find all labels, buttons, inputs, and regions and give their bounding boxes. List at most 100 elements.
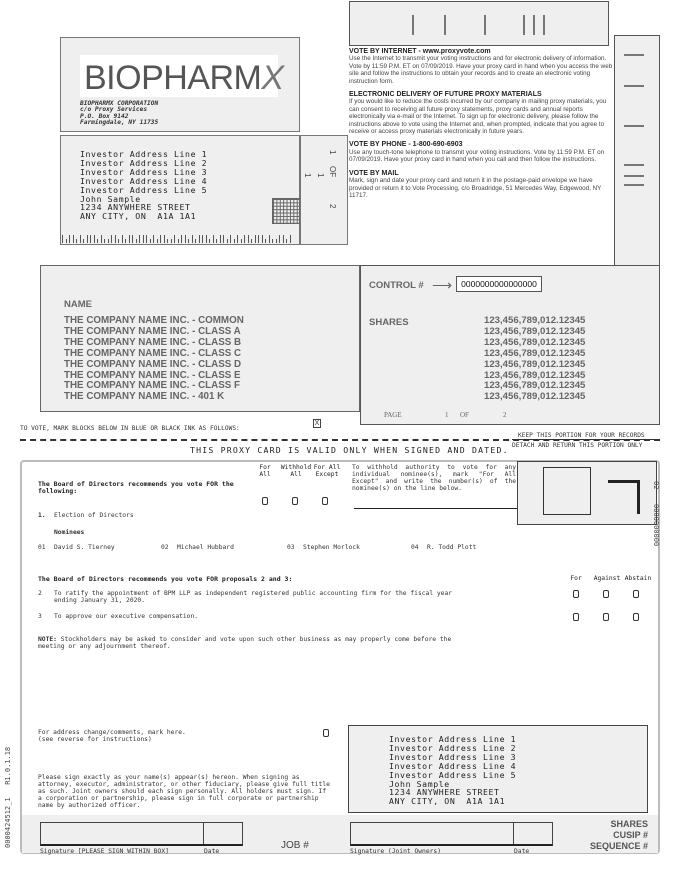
barcode-tick [174,235,175,243]
page-of: OF [460,411,469,419]
barcode-tick [254,235,256,243]
barcode-tick [289,235,291,243]
shares-label: SHARES [369,317,409,328]
marked-box-example-icon: X [313,419,321,428]
joint-date-label: Date [514,848,530,855]
job-number-label: JOB # [281,840,309,851]
barcode-tick [65,239,67,243]
barcode-tick [100,235,102,243]
barcode-bar [624,184,644,186]
barcode-bar [533,15,535,35]
joint-signature-box[interactable] [350,822,553,846]
barcode-tick [265,239,266,243]
barcode-tick [202,235,203,243]
barcode-tick [170,239,172,243]
barcode-tick [251,239,252,243]
barcode-tick [125,239,126,243]
barcode-bar [523,15,525,35]
barcode-tick [275,239,277,243]
shares-tracking-label: SHARES [610,819,648,829]
barcode-tick [205,235,207,243]
strip-total: 2 [328,204,337,209]
investor-address: Investor Address Line 1 Investor Address… [80,149,208,222]
barcode-tick [219,235,221,243]
col-for-all-except: For All Except [313,464,341,478]
barcode-tick [111,235,112,243]
barcode-bar [484,15,486,35]
checkbox-proposal-3-against[interactable] [603,613,609,621]
checkbox-proposal-2-abstain[interactable] [633,590,639,598]
checkbox-proposal-3-for[interactable] [573,613,579,621]
divider [203,823,204,844]
barcode-tick [244,235,245,243]
barcode-tick [93,235,95,243]
nominee-name: R. Todd Plott [427,544,477,551]
recommend-heading-2: The Board of Directors recommends you vo… [38,575,293,583]
checkbox-proposal-3-abstain[interactable] [633,613,639,621]
joint-signature-label: Signature (Joint Owners) [350,848,441,855]
checkbox-for-all[interactable] [262,497,268,505]
barcode-tick [128,235,130,243]
nominees-label: Nominees [54,529,85,536]
barcode-tick [167,239,168,243]
barcode-tick [69,235,70,243]
share-amount: 123,456,789,012.12345 [484,358,586,370]
barcode-tick [209,239,210,243]
item-1-number: 1. [38,512,46,519]
barcode-tick [83,239,84,243]
nominee-number: 01 [38,544,46,551]
proposal-number: 3 [38,613,42,620]
proposal-text: To ratify the appointment of BPM LLP as … [54,590,453,604]
nominee-name: David S. Tierney [54,544,115,551]
barcode-tick [247,235,249,243]
barcode-tick [181,235,182,243]
checkbox-address-change[interactable] [323,729,329,737]
barcode-tick [261,235,263,243]
signing-instructions: Please sign exactly as your name(s) appe… [38,774,330,809]
signature-box[interactable] [40,822,243,846]
control-number-label: CONTROL # [369,280,424,291]
barcode-tick [121,235,123,243]
barcode-tick [76,239,77,243]
investor-address-2: Investor Address Line 1 Investor Address… [389,734,517,807]
shares-list: 123,456,789,012.12345 123,456,789,012.12… [484,315,586,403]
postal-barcode [62,233,296,243]
nominee-name: Michael Hubbard [177,544,234,551]
barcode-tick [149,239,151,243]
barcode-tick [86,235,88,243]
signature-label: Signature [PLEASE SIGN WITHIN BOX] [40,848,169,855]
barcode-tick [153,235,154,243]
barcode-tick [79,235,81,243]
detach-return-label: DETACH AND RETURN THIS PORTION ONLY [512,442,643,449]
barcode-bar [444,15,446,35]
barcode-bar [543,15,545,35]
vote-internet-title: VOTE BY INTERNET - www.proxyvote.com [349,48,491,55]
checkbox-proposal-2-against[interactable] [603,590,609,598]
col-for: For [570,575,582,582]
recommend-heading-1: The Board of Directors recommends you vo… [38,480,234,495]
col-for-all: For All [259,464,271,478]
page-number: 1 [445,411,449,419]
right-barcode-strip [614,35,660,267]
barcode-tick [223,235,224,243]
logo-text-x: X [261,59,284,97]
nominee-exception-input[interactable] [354,508,517,509]
arrow-right-icon: ⟶ [432,277,453,293]
barcode-tick [135,239,137,243]
checkbox-proposal-2-for[interactable] [573,590,579,598]
barcode-tick [191,235,193,243]
mark-instructions: TO VOTE, MARK BLOCKS BELOW IN BLUE OR BL… [20,425,240,432]
divider [512,439,660,440]
barcode-tick [198,235,200,243]
divider [513,823,514,844]
checkbox-for-all-except[interactable] [322,497,328,505]
barcode-tick [90,235,91,243]
side-code-2: 0000000000 [652,504,660,547]
share-amount: 123,456,789,012.12345 [484,391,586,403]
page-total: 2 [503,411,507,419]
valid-only-notice: THIS PROXY CARD IS VALID ONLY WHEN SIGNE… [190,445,509,455]
checkbox-withhold-all[interactable] [292,497,298,505]
barcode-tick [118,239,119,243]
proposal-number: 2 [38,590,42,597]
barcode-square [543,467,591,515]
